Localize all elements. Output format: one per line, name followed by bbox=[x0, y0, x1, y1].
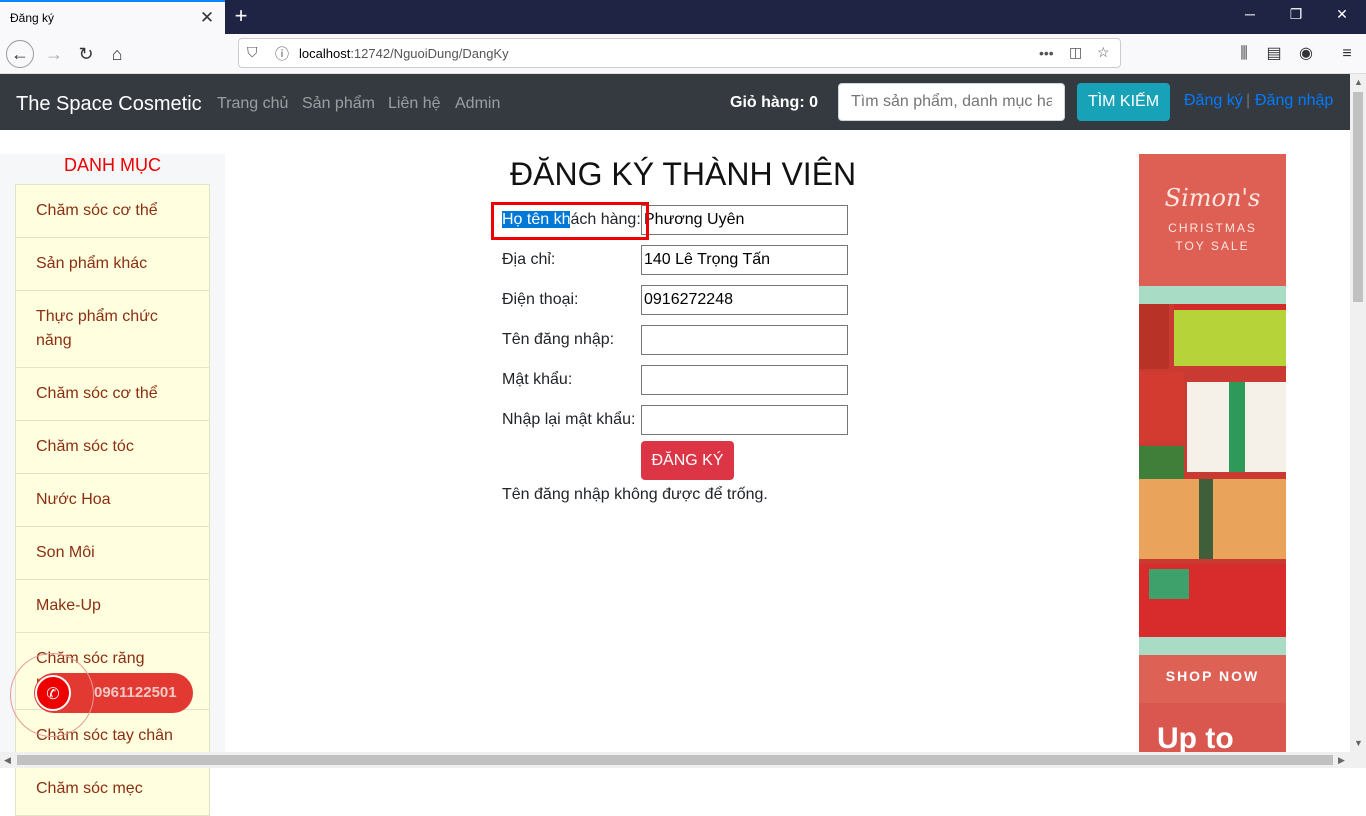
close-tab-icon[interactable]: ✕ bbox=[198, 8, 216, 28]
ad-banner[interactable]: Simon's CHRISTMAS TOY SALE SHOP NOW Up t… bbox=[1139, 154, 1286, 754]
scroll-left-icon[interactable]: ◀ bbox=[4, 755, 11, 766]
page-title: ĐĂNG KÝ THÀNH VIÊN bbox=[510, 156, 857, 192]
category-item[interactable]: Son Môi bbox=[15, 527, 210, 580]
reload-icon[interactable]: ↻ bbox=[72, 40, 100, 68]
forward-icon[interactable]: → bbox=[40, 40, 68, 68]
highlight-box bbox=[491, 202, 649, 240]
ad-line-1: CHRISTMAS bbox=[1168, 221, 1257, 235]
horizontal-scroll-thumb[interactable] bbox=[17, 755, 1333, 765]
hotline-number[interactable]: 0961122501 bbox=[94, 684, 177, 701]
back-icon[interactable]: ← bbox=[6, 40, 34, 68]
tab-title: Đăng ký bbox=[10, 11, 55, 25]
minimize-icon[interactable]: ─ bbox=[1240, 6, 1260, 22]
ad-upto: Up to bbox=[1157, 722, 1234, 754]
site-brand[interactable]: The Space Cosmetic bbox=[16, 93, 202, 116]
menu-icon[interactable]: ≡ bbox=[1333, 40, 1361, 68]
more-icon[interactable]: ••• bbox=[1039, 45, 1054, 61]
sidebar-title: DANH MỤC bbox=[64, 155, 161, 175]
phone-input[interactable] bbox=[641, 285, 848, 315]
nav-products[interactable]: Sản phẩm bbox=[302, 95, 375, 113]
category-item[interactable]: Chăm sóc mẹc bbox=[15, 763, 210, 816]
category-item[interactable]: Thực phẩm chức năng bbox=[15, 291, 210, 368]
ad-header: Simon's CHRISTMAS TOY SALE bbox=[1139, 154, 1286, 286]
url-text[interactable]: localhost:12742/NguoiDung/DangKy bbox=[299, 46, 509, 61]
validation-message: Tên đăng nhập không được để trống. bbox=[502, 486, 768, 503]
info-icon[interactable]: ⓘ bbox=[275, 44, 289, 64]
vertical-scroll-thumb[interactable] bbox=[1353, 92, 1363, 302]
browser-tab[interactable]: Đăng ký ✕ bbox=[0, 0, 225, 34]
confirm-password-input[interactable] bbox=[641, 405, 848, 435]
bookmark-star-icon[interactable]: ☆ bbox=[1097, 44, 1110, 61]
category-item[interactable]: Nước Hoa bbox=[15, 474, 210, 527]
confirm-password-label: Nhập lại mật khẩu: bbox=[502, 411, 636, 428]
new-tab-button[interactable]: + bbox=[230, 3, 252, 29]
phone-icon[interactable]: ✆ bbox=[35, 675, 71, 711]
username-input[interactable] bbox=[641, 325, 848, 355]
auth-separator: | bbox=[1246, 92, 1251, 109]
username-label: Tên đăng nhập: bbox=[502, 331, 615, 348]
scroll-down-icon[interactable]: ▼ bbox=[1354, 738, 1363, 748]
site-navbar: The Space Cosmetic Trang chủ Sản phẩm Li… bbox=[0, 74, 1350, 130]
pocket-icon[interactable]: ◫ bbox=[1069, 44, 1082, 61]
register-link[interactable]: Đăng ký bbox=[1184, 92, 1243, 110]
restore-icon[interactable]: ❐ bbox=[1286, 6, 1306, 23]
category-item[interactable]: Chăm sóc cơ thể bbox=[15, 368, 210, 421]
shop-now-button[interactable]: SHOP NOW bbox=[1139, 655, 1286, 703]
gift-boxes-image bbox=[1139, 304, 1286, 637]
phone-label: Điện thoại: bbox=[502, 291, 579, 308]
ad-brand: Simon's bbox=[1164, 184, 1261, 212]
library-icon[interactable]: ⫼ bbox=[1230, 40, 1258, 68]
shield-icon[interactable]: ⛉ bbox=[247, 44, 258, 61]
cart-count[interactable]: Giỏ hàng: 0 bbox=[730, 94, 818, 112]
password-input[interactable] bbox=[641, 365, 848, 395]
category-item[interactable]: Chăm sóc tóc bbox=[15, 421, 210, 474]
nav-home[interactable]: Trang chủ bbox=[217, 95, 288, 113]
login-link[interactable]: Đăng nhập bbox=[1255, 92, 1333, 110]
search-button[interactable]: TÌM KIẾM bbox=[1077, 83, 1170, 121]
browser-tab-bar: Đăng ký ✕ + ─ ❐ ✕ bbox=[0, 0, 1366, 34]
home-icon[interactable]: ⌂ bbox=[103, 40, 131, 68]
nav-admin[interactable]: Admin bbox=[455, 95, 500, 113]
browser-toolbar: ← → ↻ ⌂ ⛉ ⓘ localhost:12742/NguoiDung/Da… bbox=[0, 34, 1366, 74]
ad-stripe bbox=[1139, 637, 1286, 655]
close-window-icon[interactable]: ✕ bbox=[1332, 6, 1352, 23]
category-item[interactable]: Sản phẩm khác bbox=[15, 238, 210, 291]
account-icon[interactable]: ◉ bbox=[1292, 40, 1320, 68]
register-submit-button[interactable]: ĐĂNG KÝ bbox=[641, 441, 734, 480]
vertical-scrollbar[interactable]: ▲ ▼ bbox=[1350, 74, 1366, 752]
sidebar-icon[interactable]: ▤ bbox=[1260, 40, 1288, 68]
horizontal-scrollbar[interactable]: ◀ ▶ bbox=[0, 752, 1366, 768]
url-bar[interactable]: ⛉ ⓘ localhost:12742/NguoiDung/DangKy •••… bbox=[238, 38, 1121, 68]
ad-line-2: TOY SALE bbox=[1175, 239, 1250, 253]
ad-stripe bbox=[1139, 286, 1286, 304]
scroll-right-icon[interactable]: ▶ bbox=[1338, 755, 1345, 766]
scroll-up-icon[interactable]: ▲ bbox=[1354, 77, 1363, 87]
search-input[interactable] bbox=[838, 83, 1065, 121]
category-item[interactable]: Make-Up bbox=[15, 580, 210, 633]
category-item[interactable]: Chăm sóc cơ thể bbox=[15, 184, 210, 238]
fullname-input[interactable] bbox=[641, 205, 848, 235]
password-label: Mật khẩu: bbox=[502, 371, 573, 388]
address-input[interactable] bbox=[641, 245, 848, 275]
address-label: Địa chỉ: bbox=[502, 251, 556, 268]
nav-contact[interactable]: Liên hệ bbox=[388, 95, 441, 113]
